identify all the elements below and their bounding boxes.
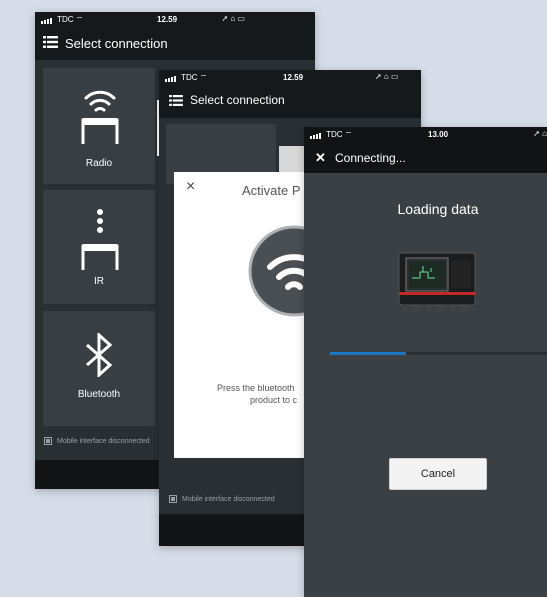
battery-icon: ➚ ⌂ ▭ [375,72,399,81]
wifi-status-icon: ⌔ [344,130,353,139]
tile-label: IR [94,276,104,287]
app-header: Select connection [159,92,421,112]
close-icon[interactable]: ✕ [315,150,326,166]
modal-title: Activate P [242,183,301,198]
page-title: Select connection [190,93,285,107]
menu-icon[interactable] [169,94,183,109]
phone-screen-connecting: TDC ⌔ 13.00 ➚ ⌂ ✕ Connecting... Loading … [304,127,547,597]
tile-label: Radio [85,158,113,169]
carrier: TDC ⌔ [41,15,83,25]
radio-icon [81,90,119,144]
progress-fill [330,352,406,355]
carrier: TDC ⌔ [165,73,207,83]
status-bar: TDC ⌔ 12.59 ➚ ⌂ ▭ [159,70,421,85]
status-time: 12.59 [283,73,304,82]
cancel-button[interactable]: Cancel [389,458,487,490]
signal-icon [165,73,177,83]
app-header: Select connection [35,34,315,56]
status-text: Mobile interface disconnected [57,437,150,445]
controller-device-image [398,252,476,311]
close-icon[interactable]: × [186,178,195,196]
status-bar: TDC ⌔ 13.00 ➚ ⌂ [304,127,547,142]
status-text: Mobile interface disconnected [182,495,275,503]
page-title: Select connection [65,36,168,51]
ir-icon [81,209,119,270]
carrier-name: TDC [326,130,343,139]
carrier-name: TDC [57,15,74,24]
checkbox-icon [169,495,177,503]
status-time: 12.59 [157,15,178,24]
app-header: ✕ Connecting... [304,149,547,171]
carrier-name: TDC [181,73,198,82]
location-icon: ➚ ⌂ [533,129,547,138]
checkbox-icon [44,437,52,445]
status-bar: TDC ⌔ 12.59 ➚ ⌂ ▭ [35,12,315,27]
signal-icon [41,15,53,25]
menu-icon[interactable] [43,36,58,51]
carrier: TDC ⌔ [310,130,352,140]
bluetooth-icon [86,333,113,377]
bluetooth-connection-tile[interactable]: Bluetooth [43,311,155,426]
wifi-status-icon: ⌔ [75,15,84,24]
loading-title: Loading data [397,201,479,217]
page-title: Connecting... [335,151,406,165]
tile-label: Bluetooth [77,389,121,400]
signal-icon [310,130,322,140]
battery-icon: ➚ ⌂ ▭ [221,14,245,23]
ir-connection-tile[interactable]: IR [43,190,155,304]
radio-connection-tile[interactable]: Radio [43,68,155,184]
status-time: 13.00 [428,130,449,139]
mobile-interface-status: Mobile interface disconnected [44,437,150,445]
progress-bar [330,352,547,355]
wifi-status-icon: ⌔ [199,73,208,82]
mobile-interface-status: Mobile interface disconnected [169,495,275,503]
